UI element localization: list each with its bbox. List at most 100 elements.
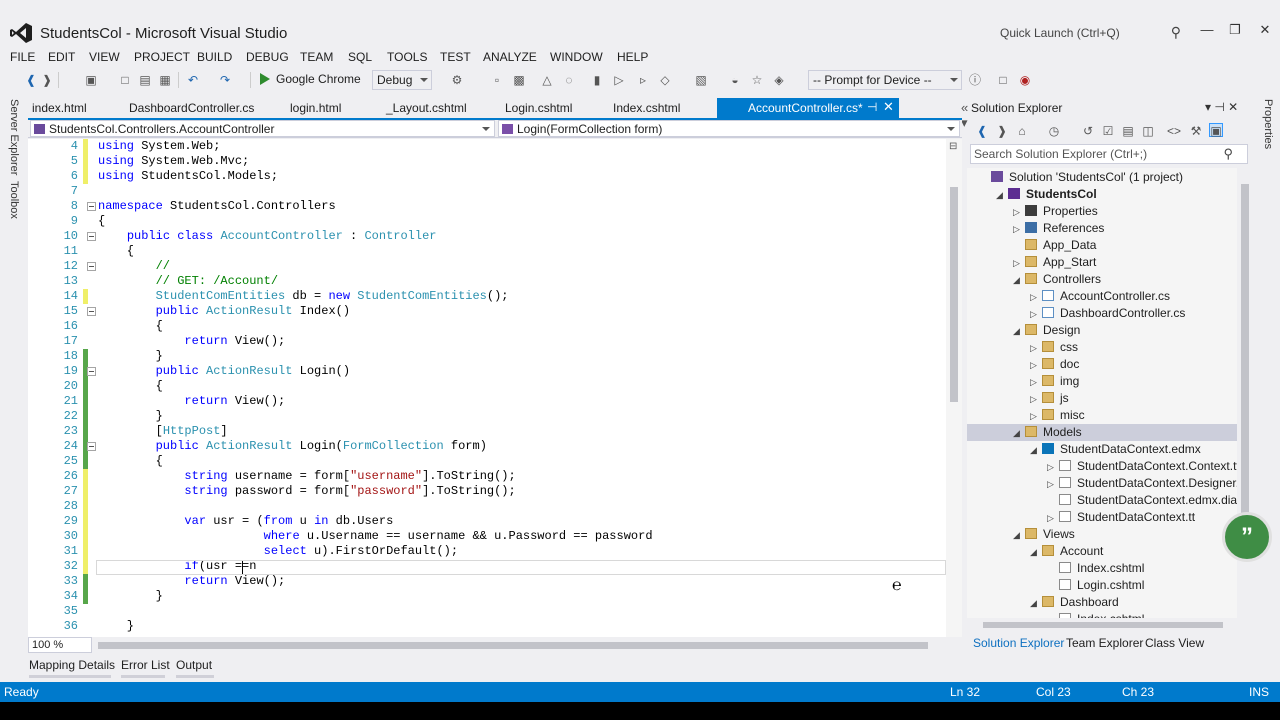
tab-login-cshtml[interactable]: Login.cshtml — [505, 101, 572, 115]
collapse-icon[interactable] — [87, 262, 96, 271]
expanded-arrow-icon[interactable]: ◢ — [1030, 544, 1042, 561]
menu-debug[interactable]: DEBUG — [246, 50, 289, 64]
collapse-icon[interactable] — [87, 232, 96, 241]
tab-layout-cshtml[interactable]: _Layout.cshtml — [386, 101, 467, 115]
tree-item[interactable]: ◢ Design — [1013, 322, 1080, 339]
scrollbar-thumb[interactable] — [1241, 184, 1249, 514]
code-line[interactable]: 14 StudentComEntities db = new StudentCo… — [28, 289, 946, 304]
tree-item[interactable]: ▷ js — [1030, 390, 1069, 407]
tab-account-controller[interactable]: AccountController.cs* ⊣ ✕ — [717, 98, 899, 118]
code-line[interactable]: 24 public ActionResult Login(FormCollect… — [28, 439, 946, 454]
solution-explorer-search[interactable]: Search Solution Explorer (Ctrl+;) ⚲ — [970, 144, 1248, 164]
forward-icon[interactable]: ❱ — [995, 124, 1009, 138]
tab-mapping-details[interactable]: Mapping Details — [29, 658, 115, 672]
type-dropdown[interactable]: StudentsCol.Controllers.AccountControlle… — [30, 120, 495, 137]
tab-team-explorer[interactable]: Team Explorer — [1066, 636, 1143, 650]
collapsed-arrow-icon[interactable]: ▷ — [1013, 204, 1025, 221]
panel-window-controls[interactable]: ▾ ⊣ ✕ — [1205, 100, 1238, 114]
code-line[interactable]: 35 — [28, 604, 946, 619]
expanded-arrow-icon[interactable]: ◢ — [1030, 442, 1042, 459]
browser-link-icon[interactable]: ◉ — [1018, 73, 1032, 87]
refresh-icon[interactable]: ☑ — [1101, 124, 1115, 138]
collapsed-arrow-icon[interactable]: ▷ — [1030, 374, 1042, 391]
code-line[interactable]: 10 public class AccountController : Cont… — [28, 229, 946, 244]
forward-icon[interactable]: ❱ — [40, 73, 54, 87]
tab-index-cshtml[interactable]: Index.cshtml — [613, 101, 680, 115]
device-dropdown[interactable]: -- Prompt for Device -- — [808, 70, 962, 90]
code-line[interactable]: 36 } — [28, 619, 946, 634]
code-line[interactable]: 5 using System.Web.Mvc; — [28, 154, 946, 169]
collapse-icon[interactable] — [87, 442, 96, 451]
tree-item[interactable]: ◢ StudentDataContext.edmx — [1030, 441, 1201, 458]
tree-item[interactable]: ▷ StudentDataContext.Context.tt — [1047, 458, 1237, 475]
editor-vertical-scrollbar[interactable]: ⊟ — [946, 139, 962, 637]
collapse-all-icon[interactable]: ▤ — [1121, 124, 1135, 138]
tree-item[interactable]: ◢ Controllers — [1013, 271, 1101, 288]
menu-help[interactable]: HELP — [617, 50, 648, 64]
code-line[interactable]: 25 { — [28, 454, 946, 469]
tree-item[interactable]: ◢ Models — [967, 424, 1237, 441]
collapsed-arrow-icon[interactable]: ▷ — [1013, 255, 1025, 272]
save-all-icon[interactable]: ▦ — [158, 73, 172, 87]
code-line[interactable]: 30 where u.Username == username && u.Pas… — [28, 529, 946, 544]
collapsed-arrow-icon[interactable]: ▷ — [1030, 306, 1042, 323]
tab-output[interactable]: Output — [176, 658, 212, 672]
tree-item[interactable]: Solution 'StudentsCol' (1 project) — [979, 169, 1183, 186]
menu-project[interactable]: PROJECT — [134, 50, 190, 64]
menu-file[interactable]: FILE — [10, 50, 35, 64]
code-line[interactable]: 20 { — [28, 379, 946, 394]
menu-window[interactable]: WINDOW — [550, 50, 603, 64]
home-icon[interactable]: ⌂ — [1015, 124, 1029, 138]
toolbox-tab[interactable]: Toolbox — [8, 181, 20, 219]
collapsed-arrow-icon[interactable]: ▷ — [1047, 476, 1059, 493]
code-line[interactable]: 12 // — [28, 259, 946, 274]
code-line[interactable]: 8 namespace StudentsCol.Controllers — [28, 199, 946, 214]
zoom-dropdown[interactable]: 100 % — [28, 637, 92, 653]
build-icon[interactable]: ⚙ — [450, 73, 464, 87]
toolbar-icon[interactable]: ▹ — [636, 73, 650, 87]
tree-item[interactable]: Login.cshtml — [1047, 577, 1144, 594]
scrollbar-thumb[interactable] — [983, 622, 1223, 628]
expanded-arrow-icon[interactable]: ◢ — [1013, 527, 1025, 544]
quote-icon[interactable]: ” — [1222, 512, 1272, 562]
code-line[interactable]: 4 using System.Web; — [28, 139, 946, 154]
preview-icon[interactable]: ▣ — [1209, 123, 1223, 138]
collapsed-arrow-icon[interactable]: ▷ — [1047, 510, 1059, 527]
toolbar-icon[interactable]: ◈ — [772, 73, 786, 87]
code-line[interactable]: 15 public ActionResult Index() — [28, 304, 946, 319]
tree-item[interactable]: ◢ Views — [1013, 526, 1075, 543]
collapsed-arrow-icon[interactable]: ▷ — [1013, 221, 1025, 238]
code-line[interactable]: 31 select u).FirstOrDefault(); — [28, 544, 946, 559]
toolbar-icon[interactable]: ▷ — [612, 73, 626, 87]
code-line[interactable]: 7 — [28, 184, 946, 199]
code-line[interactable]: 28 — [28, 499, 946, 514]
menu-test[interactable]: TEST — [440, 50, 471, 64]
menu-team[interactable]: TEAM — [300, 50, 333, 64]
toolbar-icon[interactable]: □ — [996, 73, 1010, 87]
tree-item[interactable]: ▷ AccountController.cs — [1030, 288, 1170, 305]
code-line[interactable]: 29 var usr = (from u in db.Users — [28, 514, 946, 529]
redo-icon[interactable]: ↷ — [218, 73, 232, 87]
toolbar-icon[interactable]: ◒ — [728, 73, 742, 87]
minimize-button[interactable]: — — [1192, 22, 1222, 42]
tab-index-html[interactable]: index.html — [32, 101, 87, 115]
collapse-icon[interactable] — [87, 307, 96, 316]
toolbar-icon[interactable]: ▫ — [490, 73, 504, 87]
menu-analyze[interactable]: ANALYZE — [483, 50, 537, 64]
properties-tab[interactable]: Properties — [1262, 99, 1274, 149]
tree-item[interactable]: ◢ Account — [1030, 543, 1103, 560]
quick-launch-input[interactable]: Quick Launch (Ctrl+Q) ⚲ — [993, 21, 1188, 43]
tab-error-list[interactable]: Error List — [121, 658, 170, 672]
restore-button[interactable]: ❐ — [1220, 22, 1250, 42]
toolbar-icon[interactable]: ▩ — [512, 73, 526, 87]
pin-icon[interactable]: ⊣ — [867, 100, 877, 114]
tree-item[interactable]: ▷ Properties — [1013, 203, 1098, 220]
tree-item[interactable]: App_Data — [1013, 237, 1096, 254]
code-line[interactable]: 23 [HttpPost] — [28, 424, 946, 439]
menu-sql[interactable]: SQL — [348, 50, 372, 64]
collapsed-arrow-icon[interactable]: ▷ — [1030, 289, 1042, 306]
save-icon[interactable]: ▤ — [138, 73, 152, 87]
expanded-arrow-icon[interactable]: ◢ — [996, 187, 1008, 204]
sync-icon[interactable]: ↺ — [1081, 124, 1095, 138]
tree-item[interactable]: ◢ StudentsCol — [996, 186, 1097, 203]
